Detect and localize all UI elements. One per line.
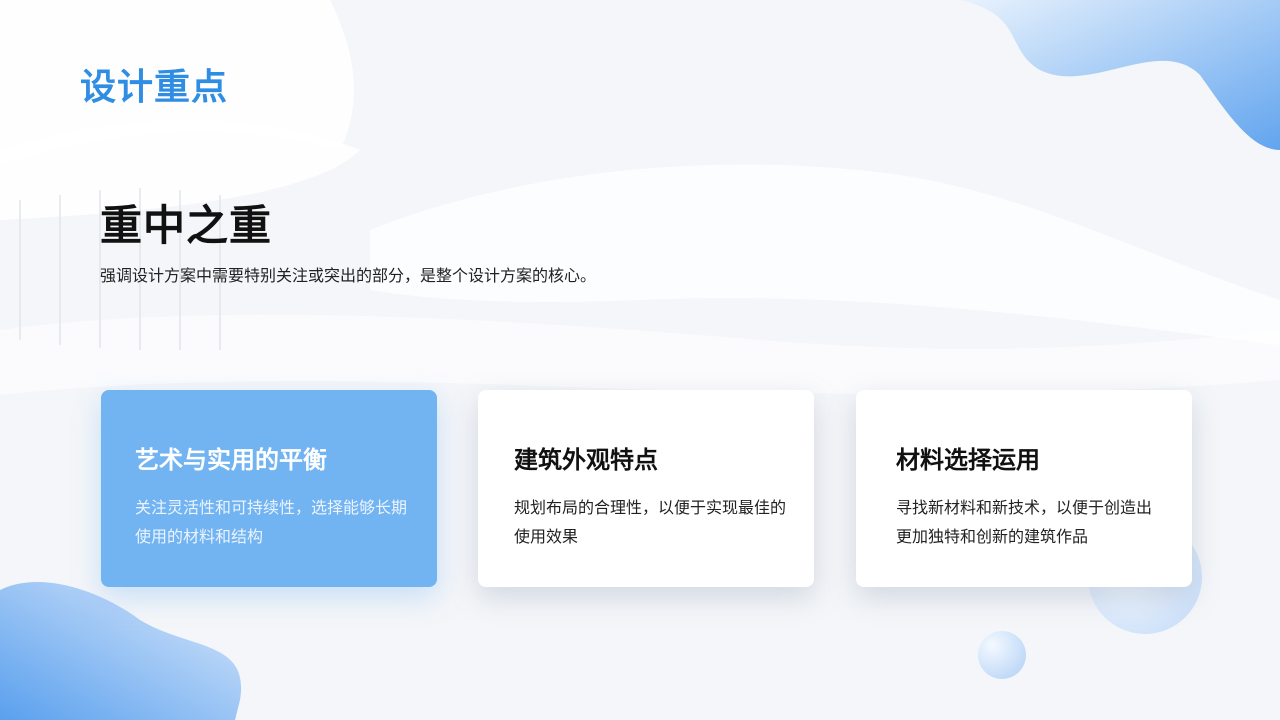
card-title: 艺术与实用的平衡 [135, 446, 327, 474]
card-building-appearance: 建筑外观特点 规划布局的合理性，以便于实现最佳的使用效果 [478, 390, 814, 587]
headline-description: 强调设计方案中需要特别关注或突出的部分，是整个设计方案的核心。 [100, 266, 597, 285]
slide-title: 设计重点 [80, 67, 229, 108]
card-body: 关注灵活性和可持续性，选择能够长期使用的材料和结构 [135, 498, 408, 546]
headline: 重中之重 [100, 201, 273, 250]
card-body: 规划布局的合理性，以便于实现最佳的使用效果 [514, 498, 787, 546]
card-material-selection: 材料选择运用 寻找新材料和新技术，以便于创造出更加独特和创新的建筑作品 [856, 390, 1192, 587]
card-art-practical-balance: 艺术与实用的平衡 关注灵活性和可持续性，选择能够长期使用的材料和结构 [101, 390, 437, 587]
card-title: 建筑外观特点 [514, 446, 658, 474]
card-body: 寻找新材料和新技术，以便于创造出更加独特和创新的建筑作品 [896, 498, 1153, 546]
card-title: 材料选择运用 [896, 446, 1040, 474]
